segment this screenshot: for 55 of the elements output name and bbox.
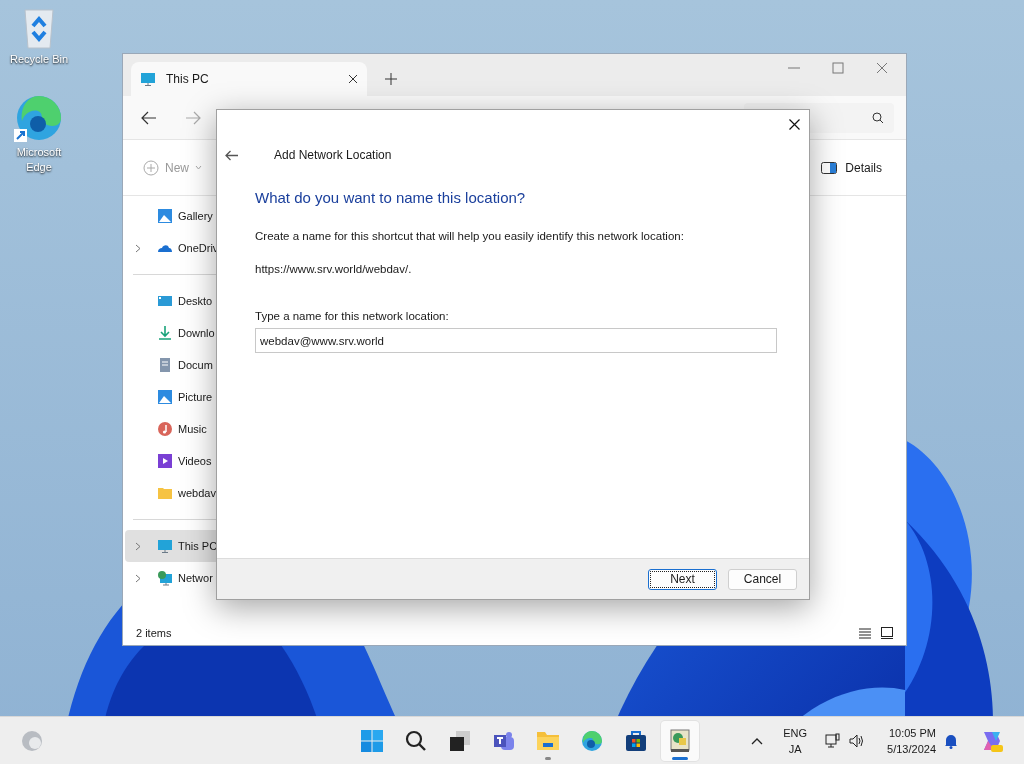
cancel-button[interactable]: Cancel <box>728 568 797 590</box>
language-text[interactable]: JA <box>788 740 802 757</box>
edge-icon <box>580 728 604 753</box>
chevron-right-icon[interactable] <box>135 243 141 253</box>
chevron-right-icon[interactable] <box>135 573 141 583</box>
window-tab[interactable]: This PC <box>131 62 367 96</box>
back-arrow-icon[interactable] <box>141 110 157 125</box>
gallery-icon <box>157 208 173 224</box>
monitor-icon <box>140 71 156 87</box>
chevron-up-icon[interactable] <box>751 736 764 745</box>
name-input-field[interactable]: webdav@www.srv.world <box>255 328 777 354</box>
task-view-icon <box>448 728 472 753</box>
search-icon <box>404 728 428 753</box>
description-text: Create a name for this shortcut that will help you easily identify this network location: <box>255 228 685 244</box>
running-indicator <box>545 756 551 760</box>
network-location-icon <box>668 728 692 753</box>
status-text: 2 items <box>136 625 172 641</box>
language-text[interactable]: ENG <box>783 724 808 741</box>
music-icon <box>157 421 173 437</box>
chevron-right-icon[interactable] <box>135 541 141 551</box>
windows-logo-icon <box>360 728 384 753</box>
download-icon <box>157 325 173 341</box>
details-pane-icon <box>821 161 838 174</box>
network-icon <box>157 570 173 586</box>
search-icon <box>872 111 884 124</box>
bell-icon[interactable] <box>944 732 958 749</box>
details-button[interactable]: Details <box>821 158 882 177</box>
next-button[interactable]: Next <box>648 568 717 590</box>
dialog-heading: What do you want to name this location? <box>255 188 527 208</box>
dialog-title: Add Network Location <box>274 147 392 164</box>
maximize-icon[interactable] <box>832 62 844 74</box>
address-text: https://www.srv.world/webdav/. <box>255 261 413 277</box>
edge-icon <box>14 93 64 143</box>
network-icon[interactable] <box>825 732 842 749</box>
field-label: Type a name for this network location: <box>255 309 450 324</box>
speaker-icon[interactable] <box>849 733 866 748</box>
document-icon <box>157 357 173 373</box>
close-icon[interactable] <box>348 74 358 84</box>
close-icon[interactable] <box>789 119 800 130</box>
back-arrow-icon[interactable] <box>225 149 238 161</box>
plus-circle-icon <box>143 159 159 176</box>
store-icon <box>624 728 648 753</box>
clock-time[interactable]: 10:05 PM <box>888 724 936 741</box>
running-indicator <box>672 756 688 760</box>
clock-date[interactable]: 5/13/2024 <box>887 740 936 757</box>
video-icon <box>157 453 173 469</box>
plus-icon[interactable] <box>385 73 397 85</box>
caret-icon <box>195 165 202 170</box>
list-view-icon[interactable] <box>859 627 871 639</box>
desktop-icon <box>157 293 173 309</box>
picture-icon <box>157 389 173 405</box>
monitor-icon <box>157 538 173 554</box>
folder-icon <box>157 485 173 501</box>
tiles-view-icon[interactable] <box>881 627 893 639</box>
taskbar-app[interactable] <box>661 720 699 761</box>
